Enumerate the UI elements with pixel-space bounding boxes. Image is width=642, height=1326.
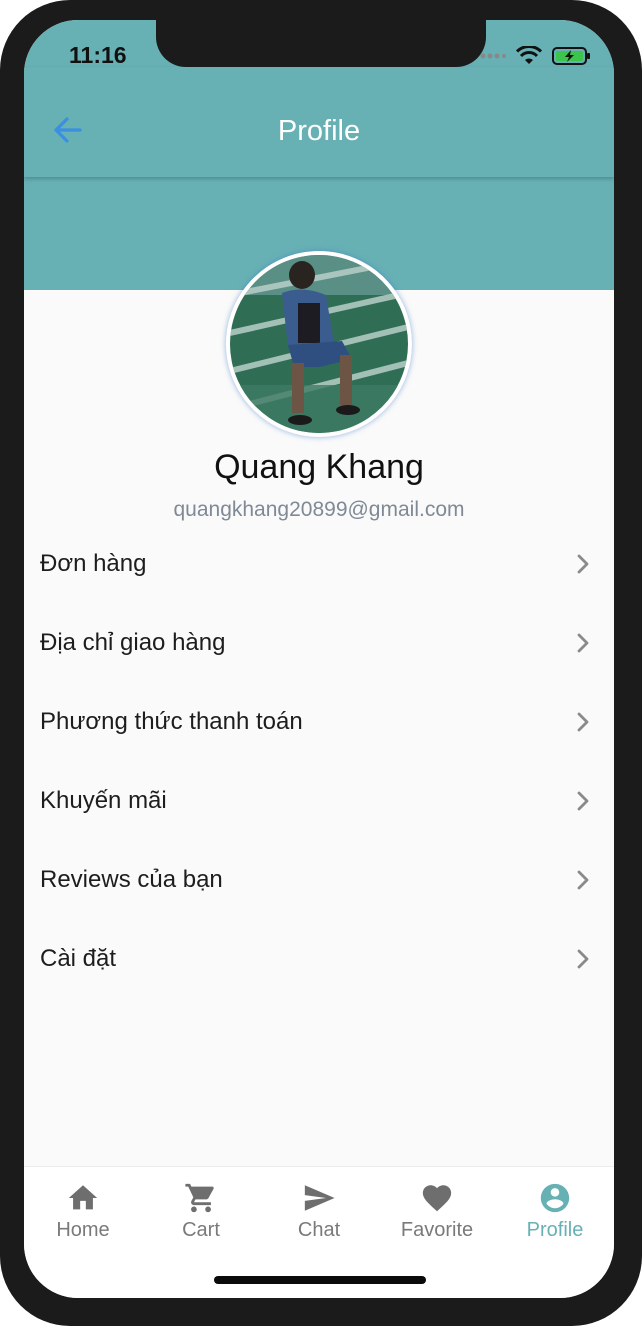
send-icon <box>304 1185 335 1211</box>
nav-item-favorite[interactable]: Favorite <box>378 1181 496 1242</box>
user-email: quangkhang20899@gmail.com <box>173 498 465 521</box>
menu-item-label: Reviews của bạn <box>40 865 223 893</box>
status-time: 11:16 <box>69 42 127 68</box>
nav-item-cart[interactable]: Cart <box>142 1181 260 1242</box>
wifi-icon <box>516 46 542 64</box>
menu-item-orders[interactable]: Đơn hàng <box>24 524 614 603</box>
nav-label-profile: Profile <box>526 1219 584 1241</box>
heart-icon <box>422 1185 452 1212</box>
menu-item-label: Cài đặt <box>40 944 117 972</box>
app-bar: Profile <box>24 67 614 177</box>
nav-label-favorite: Favorite <box>400 1219 474 1241</box>
nav-item-profile[interactable]: Profile <box>496 1181 614 1242</box>
app-screen: 11:16 Profile Quang Khang quangkhang2089… <box>24 20 614 1298</box>
menu-item-label: Phương thức thanh toán <box>40 707 303 735</box>
chevron-right-icon <box>577 712 589 731</box>
page-title: Profile <box>277 115 361 147</box>
nav-label-home: Home <box>56 1219 110 1241</box>
cart-icon <box>185 1183 214 1213</box>
chevron-right-icon <box>577 870 589 889</box>
menu-item-label: Khuyến mãi <box>40 786 167 814</box>
account-circle-icon <box>540 1183 570 1213</box>
menu-item-reviews[interactable]: Reviews của bạn <box>24 840 614 919</box>
menu-item-label: Đơn hàng <box>40 549 147 577</box>
signal-dots-icon <box>480 53 506 59</box>
nav-item-chat[interactable]: Chat <box>260 1181 378 1242</box>
menu-item-promotions[interactable]: Khuyến mãi <box>24 761 614 840</box>
status-icons <box>480 46 592 66</box>
chevron-right-icon <box>577 633 589 652</box>
device-notch <box>156 20 486 67</box>
chevron-right-icon <box>577 949 589 968</box>
battery-charging-icon <box>552 47 590 65</box>
menu-item-shipping-address[interactable]: Địa chỉ giao hàng <box>24 603 614 682</box>
user-name: Quang Khang <box>214 448 424 486</box>
menu-item-payment-method[interactable]: Phương thức thanh toán <box>24 682 614 761</box>
profile-menu: Đơn hàng Địa chỉ giao hàng Phương thức t… <box>24 524 614 998</box>
chevron-right-icon <box>577 554 589 573</box>
avatar[interactable] <box>226 251 412 437</box>
chevron-right-icon <box>577 791 589 810</box>
nav-item-home[interactable]: Home <box>24 1181 142 1242</box>
menu-item-settings[interactable]: Cài đặt <box>24 919 614 998</box>
home-indicator <box>214 1276 426 1284</box>
nav-label-cart: Cart <box>182 1219 220 1241</box>
home-icon <box>68 1185 98 1210</box>
menu-item-label: Địa chỉ giao hàng <box>40 628 226 656</box>
profile-photo <box>230 255 408 433</box>
avatar-photo <box>230 255 408 433</box>
phone-frame: 11:16 Profile Quang Khang quangkhang2089… <box>0 0 642 1326</box>
nav-label-chat: Chat <box>297 1219 341 1241</box>
